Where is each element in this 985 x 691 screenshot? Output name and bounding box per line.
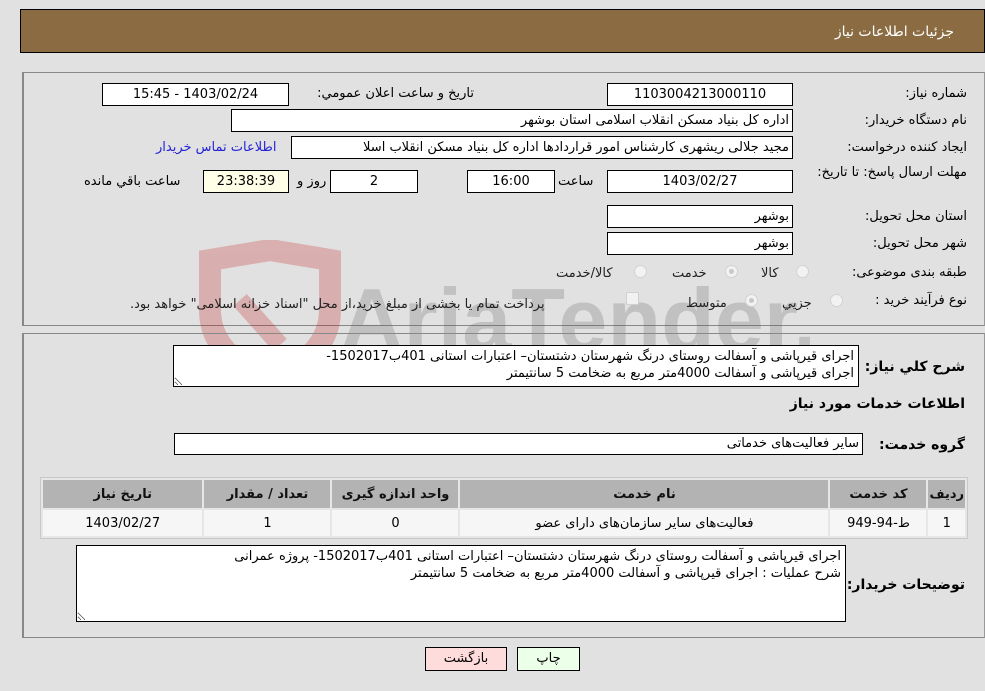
buyer-org-field[interactable]: اداره کل بنیاد مسکن انقلاب اسلامی استان … [231,109,793,132]
cell-service-code: ط-94-949 [830,510,927,536]
purchase-process-label: نوع فرآیند خرید : [875,293,967,308]
deadline-time-label: ساعت [558,174,594,189]
days-remaining-field[interactable]: 2 [330,170,418,193]
treasury-checkbox[interactable] [626,292,639,305]
process-option-medium: متوسط [686,296,727,311]
description-label: شرح كلي نیاز: [864,359,965,375]
table-header-row: ردیف کد خدمت نام خدمت واحد اندازه گیری ت… [43,480,965,508]
col-header-row-num: ردیف [928,480,965,508]
deadline-label: مهلت ارسال پاسخ: تا تاریخ: [817,165,967,180]
table-row: 1 ط-94-949 فعالیت‌های سایر سازمان‌های دا… [43,510,965,536]
deadline-time-field[interactable]: 16:00 [467,170,555,193]
buyer-org-label: نام دستگاه خریدار: [864,113,967,128]
need-number-label: شماره نیاز: [905,86,967,101]
buyer-notes-label: توضیحات خریدار: [846,577,965,593]
delivery-city-label: شهر محل تحویل: [872,236,967,251]
requester-field[interactable]: مجید جلالی ریشهری کارشناس امور قراردادها… [291,136,793,159]
delivery-city-field[interactable]: بوشهر [607,232,793,255]
cell-service-name: فعالیت‌های سایر سازمان‌های دارای عضو [460,510,829,536]
category-option-service: خدمت [672,266,707,281]
deadline-date-field[interactable]: 1403/02/27 [607,170,793,193]
col-header-quantity: تعداد / مقدار [204,480,331,508]
category-radio-goods-service[interactable] [634,265,647,278]
col-header-unit: واحد اندازه گیری [332,480,459,508]
days-label: روز و [297,174,327,189]
treasury-note: پرداخت تمام یا بخشی از مبلغ خرید،از محل … [130,297,545,312]
need-number-field[interactable]: 1103004213000110 [607,83,793,106]
process-radio-medium[interactable] [745,294,758,307]
delivery-province-field[interactable]: بوشهر [607,205,793,228]
cell-row-num: 1 [928,510,965,536]
requester-label: ایجاد کننده درخواست: [847,140,967,155]
cell-unit: 0 [332,510,459,536]
cell-quantity: 1 [204,510,331,536]
page-title: جزئیات اطلاعات نیاز [834,24,954,40]
announce-datetime-field[interactable]: 1403/02/24 - 15:45 [102,83,289,106]
time-remaining-field[interactable]: 23:38:39 [203,170,289,193]
announce-datetime-label: تاریخ و ساعت اعلان عمومي: [317,86,474,101]
time-remaining-label: ساعت باقي مانده [84,174,181,189]
delivery-province-label: استان محل تحویل: [865,209,967,224]
col-header-service-name: نام خدمت [460,480,829,508]
process-option-minor: جزيي [782,296,812,311]
service-group-label: گروه خدمت: [879,437,965,453]
print-button[interactable]: چاپ [517,647,580,671]
category-radio-goods[interactable] [796,265,809,278]
col-header-need-date: تاریخ نیاز [43,480,203,508]
category-radio-service[interactable] [725,265,738,278]
buyer-notes-textarea[interactable]: اجرای قیرپاشی و آسفالت روستای درنگ شهرست… [76,545,846,622]
back-button[interactable]: بازگشت [425,647,507,671]
category-option-goods: کالا [761,266,779,281]
services-section-title: اطلاعات خدمات مورد نیاز [789,396,965,412]
category-option-goods-service: کالا/خدمت [556,266,613,281]
page-header: جزئیات اطلاعات نیاز [20,9,985,53]
category-label: طبقه بندی موضوعی: [851,265,967,280]
service-group-field[interactable]: سایر فعالیت‌های خدماتی [174,433,863,455]
description-textarea[interactable]: اجرای قیرپاشی و آسفالت روستای درنگ شهرست… [173,345,859,387]
buyer-contact-link[interactable]: اطلاعات تماس خریدار [156,140,276,155]
cell-need-date: 1403/02/27 [43,510,203,536]
process-radio-minor[interactable] [830,294,843,307]
col-header-service-code: کد خدمت [830,480,927,508]
services-table: ردیف کد خدمت نام خدمت واحد اندازه گیری ت… [40,477,968,539]
